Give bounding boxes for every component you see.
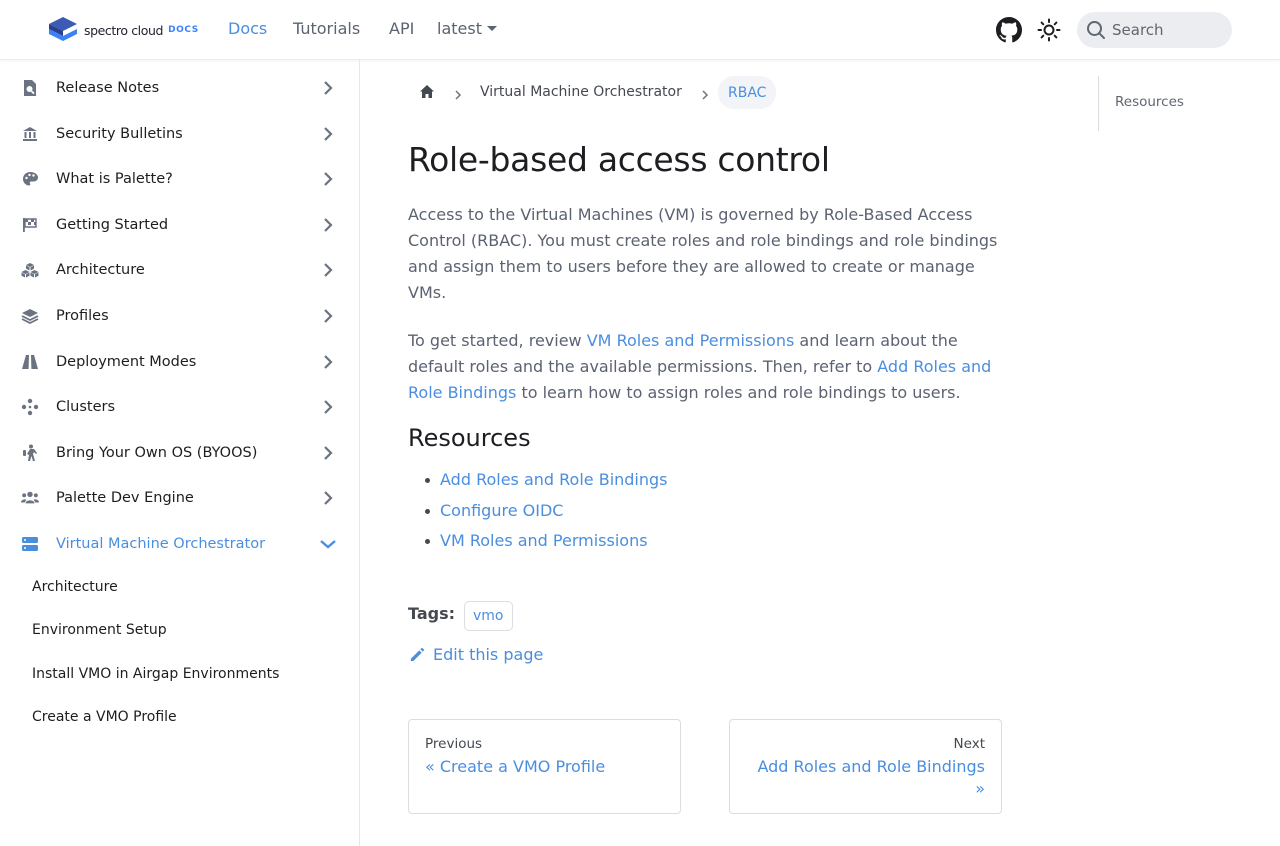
navbar: spectro cloud DOCS Docs Tutorials API la…: [0, 0, 1280, 60]
sidebar-item-label: Release Notes: [56, 80, 160, 96]
edit-this-page-label: Edit this page: [433, 645, 544, 664]
flag-checkered-icon: [21, 216, 39, 234]
layer-group-icon: [21, 307, 39, 325]
sidebar-item-label: Clusters: [56, 399, 116, 415]
sidebar-item-label: Bring Your Own OS (BYOOS): [56, 445, 258, 461]
nav-link-api[interactable]: API: [389, 19, 414, 38]
chevron-right-icon[interactable]: [318, 124, 338, 144]
nav-link-docs[interactable]: Docs: [228, 19, 267, 38]
getting-started-paragraph: To get started, review VM Roles and Perm…: [408, 328, 1008, 406]
sidebar-item-release-notes[interactable]: Release Notes: [0, 66, 359, 110]
person-hiking-icon: [21, 444, 39, 462]
breadcrumb-item-parent[interactable]: Virtual Machine Orchestrator: [480, 84, 682, 100]
chevron-right-icon[interactable]: [318, 169, 338, 189]
sidebar-item-deployment-modes[interactable]: Deployment Modes: [0, 340, 359, 384]
resource-link-vm-roles[interactable]: VM Roles and Permissions: [440, 531, 648, 550]
sidebar-item-profiles[interactable]: Profiles: [0, 294, 359, 338]
sidebar-item-security-bulletins[interactable]: Security Bulletins: [0, 112, 359, 156]
chevron-right-icon[interactable]: [318, 260, 338, 280]
link-vm-roles-and-permissions[interactable]: VM Roles and Permissions: [587, 331, 795, 350]
breadcrumb-separator-icon: [452, 86, 464, 100]
search-input[interactable]: [1112, 21, 1222, 39]
chevron-right-icon[interactable]: [318, 397, 338, 417]
sidebar-item-label: Profiles: [56, 308, 109, 324]
breadcrumb-separator-icon: [699, 86, 711, 100]
logo-wordmark: spectro cloud: [84, 22, 164, 38]
sidebar-item-label: Deployment Modes: [56, 354, 197, 370]
sidebar-subitem-environment-setup[interactable]: Environment Setup: [32, 622, 167, 638]
pager-next[interactable]: Next Add Roles and Role Bindings »: [729, 719, 1002, 814]
search-box[interactable]: [1077, 12, 1232, 48]
sidebar-item-byoos[interactable]: Bring Your Own OS (BYOOS): [0, 431, 359, 475]
toc-item-resources[interactable]: Resources: [1115, 94, 1184, 110]
table-of-contents: Resources: [1098, 76, 1238, 131]
sidebar-item-palette-dev-engine[interactable]: Palette Dev Engine: [0, 476, 359, 520]
logo-docs-badge: DOCS: [168, 25, 199, 35]
page-title: Role-based access control: [408, 140, 830, 179]
sidebar-item-clusters[interactable]: Clusters: [0, 385, 359, 429]
resources-list: Add Roles and Role Bindings Configure OI…: [424, 466, 668, 558]
tag-vmo[interactable]: vmo: [464, 601, 513, 631]
sidebar-item-label: What is Palette?: [56, 171, 173, 187]
chevron-right-icon[interactable]: [318, 352, 338, 372]
chevron-right-icon[interactable]: [318, 488, 338, 508]
paragraph-text: To get started, review: [408, 331, 587, 350]
chevron-right-icon[interactable]: [318, 78, 338, 98]
cubes-icon: [21, 261, 39, 279]
nodes-icon: [21, 398, 39, 416]
sidebar-subitem-create-vmo-profile[interactable]: Create a VMO Profile: [32, 709, 177, 725]
version-dropdown-label: latest: [437, 19, 482, 38]
sidebar-item-label: Getting Started: [56, 217, 169, 233]
pager-previous-sublabel: Previous: [425, 736, 483, 752]
chevron-right-icon[interactable]: [318, 215, 338, 235]
intro-paragraph: Access to the Virtual Machines (VM) is g…: [408, 205, 998, 302]
users-icon: [21, 489, 39, 507]
sidebar: Release Notes Security Bulletins What is…: [0, 60, 360, 846]
resource-link-add-roles[interactable]: Add Roles and Role Bindings: [440, 470, 668, 489]
chevron-down-icon[interactable]: [318, 534, 338, 554]
list-item: Add Roles and Role Bindings: [424, 466, 668, 497]
chevron-right-icon[interactable]: [318, 306, 338, 326]
paragraph-text: to learn how to assign roles and role bi…: [516, 383, 961, 402]
palette-icon: [21, 170, 39, 188]
bank-icon: [21, 125, 39, 143]
home-icon[interactable]: [418, 83, 436, 101]
pager-previous-title: « Create a VMO Profile: [425, 757, 606, 776]
github-icon[interactable]: [995, 16, 1023, 44]
pager-previous[interactable]: Previous « Create a VMO Profile: [408, 719, 681, 814]
resource-link-configure-oidc[interactable]: Configure OIDC: [440, 501, 563, 520]
breadcrumb-item-current: RBAC: [718, 76, 777, 109]
theme-toggle-sun-icon[interactable]: [1035, 16, 1063, 44]
resources-heading: Resources: [408, 424, 531, 452]
sidebar-item-label: Palette Dev Engine: [56, 490, 194, 506]
sidebar-item-label: Virtual Machine Orchestrator: [56, 536, 266, 552]
pager-next-title: Add Roles and Role Bindings »: [757, 757, 985, 798]
server-icon: [21, 535, 39, 553]
tags-label: Tags:: [408, 604, 456, 623]
sidebar-item-label: Security Bulletins: [56, 126, 183, 142]
edit-this-page-link[interactable]: Edit this page: [408, 645, 543, 664]
version-dropdown[interactable]: latest: [437, 19, 498, 38]
pencil-icon: [410, 647, 425, 662]
sidebar-subitem-architecture[interactable]: Architecture: [32, 579, 118, 595]
spectro-cloud-logo-mark-icon: [49, 17, 77, 41]
nav-link-tutorials[interactable]: Tutorials: [293, 19, 360, 38]
sidebar-subitem-install-vmo-airgap[interactable]: Install VMO in Airgap Environments: [32, 666, 279, 682]
sidebar-item-label: Architecture: [56, 262, 145, 278]
sidebar-item-architecture[interactable]: Architecture: [0, 248, 359, 292]
file-search-icon: [21, 79, 39, 97]
pager-next-sublabel: Next: [953, 736, 985, 752]
sidebar-item-what-is-palette[interactable]: What is Palette?: [0, 157, 359, 201]
road-icon: [21, 353, 39, 371]
sidebar-item-virtual-machine-orchestrator[interactable]: Virtual Machine Orchestrator: [0, 522, 359, 566]
spectro-cloud-logo[interactable]: spectro cloud DOCS: [47, 15, 199, 45]
caret-down-icon: [486, 25, 497, 31]
list-item: VM Roles and Permissions: [424, 527, 668, 558]
sidebar-item-getting-started[interactable]: Getting Started: [0, 203, 359, 247]
chevron-right-icon[interactable]: [318, 443, 338, 463]
list-item: Configure OIDC: [424, 497, 668, 528]
search-icon: [1087, 21, 1105, 39]
